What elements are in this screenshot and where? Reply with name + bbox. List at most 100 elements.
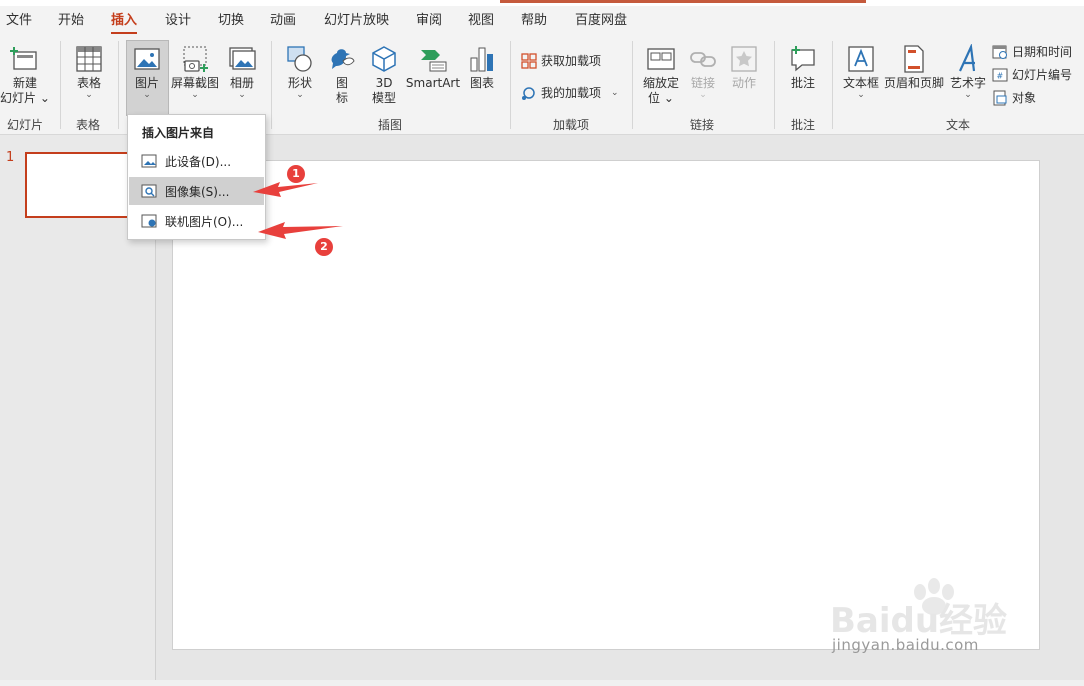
header-footer-icon (904, 45, 924, 73)
group-label-addins: 加载项 (552, 118, 590, 132)
group-label-tables: 表格 (75, 118, 101, 132)
zoom-label-2: 位 ⌄ (648, 91, 674, 105)
dropdown-title: 插入图片来自 (142, 126, 215, 140)
group-label-illustrations: 插图 (377, 118, 403, 132)
menu-item-label: 联机图片(O)... (165, 214, 244, 229)
arrow-1-icon (253, 182, 318, 197)
tab-file[interactable]: 文件 (6, 6, 32, 36)
tab-animations[interactable]: 动画 (270, 6, 296, 36)
textbox-button[interactable]: 文本框 ⌄ (840, 44, 882, 100)
group-label-slides: 幻灯片 (6, 118, 44, 132)
shapes-icon (287, 46, 312, 72)
new-slide-icon (10, 47, 37, 70)
header-footer-label: 页眉和页脚 (883, 76, 944, 90)
object-button[interactable]: 对象 (992, 89, 1036, 106)
tab-slideshow[interactable]: 幻灯片放映 (324, 6, 389, 36)
step-badge-2: 2 (315, 238, 333, 256)
screenshot-label: 屏幕截图 (170, 76, 219, 90)
picture-icon (134, 48, 160, 70)
zoom-button[interactable]: 缩放定 位 ⌄ (638, 44, 684, 106)
my-addins-label: 我的加载项 (541, 86, 602, 100)
chevron-down-icon: ⌄ (857, 90, 865, 100)
smartart-label: SmartArt (405, 76, 461, 90)
chevron-down-icon: ⌄ (85, 90, 93, 100)
tab-home[interactable]: 开始 (58, 6, 84, 36)
tab-insert[interactable]: 插入 (111, 6, 138, 36)
tab-help[interactable]: 帮助 (521, 6, 547, 36)
table-button[interactable]: 表格 ⌄ (70, 44, 108, 100)
tab-view[interactable]: 视图 (468, 6, 494, 36)
menu-item-label: 图像集(S)... (165, 184, 230, 199)
my-addins-button[interactable]: 我的加载项 ⌄ (521, 84, 619, 101)
chart-button[interactable]: 图表 (464, 44, 500, 91)
slide-number-icon: # (992, 68, 1008, 81)
object-icon (993, 90, 1007, 105)
textbox-icon (848, 46, 874, 72)
baidu-watermark-logo: Baidu经验 (830, 578, 1007, 641)
get-addins-button[interactable]: 获取加载项 (521, 52, 601, 69)
icons-label-2: 标 (335, 91, 348, 105)
arrow-2-icon (258, 222, 343, 239)
3d-models-button[interactable]: 3D 模型 (364, 44, 404, 106)
smartart-button[interactable]: SmartArt (405, 44, 461, 91)
new-slide-label-1: 新建 (12, 76, 37, 90)
new-slide-button[interactable]: 新建 幻灯片 ⌄ (0, 44, 50, 106)
title-bar-accent (500, 0, 866, 3)
group-label-comments: 批注 (790, 118, 816, 132)
wordart-button[interactable]: 艺术字 ⌄ (947, 44, 989, 100)
header-footer-button[interactable]: 页眉和页脚 (882, 44, 946, 91)
pictures-button[interactable]: 图片 ⌄ (127, 44, 167, 100)
cube-icon (372, 46, 396, 72)
group-separator (632, 41, 633, 129)
comment-label: 批注 (790, 76, 815, 90)
screenshot-button[interactable]: 屏幕截图 ⌄ (169, 44, 221, 100)
store-icon (521, 52, 537, 69)
photo-album-icon (229, 47, 256, 70)
step-badge-1: 1 (287, 165, 305, 183)
stock-images-icon (141, 184, 157, 198)
get-addins-label: 获取加载项 (541, 54, 602, 68)
shapes-button[interactable]: 形状 ⌄ (280, 44, 320, 100)
date-time-button[interactable]: 日期和时间 (992, 43, 1072, 60)
icons-label-1: 图 (335, 76, 348, 90)
3d-models-label-2: 模型 (371, 91, 396, 105)
chevron-down-icon: ⌄ (699, 90, 707, 100)
shapes-label: 形状 (287, 76, 312, 90)
star-icon (731, 46, 757, 72)
album-label: 相册 (229, 76, 254, 90)
table-icon (76, 46, 102, 72)
slide-thumbnail[interactable] (25, 152, 129, 218)
group-label-links: 链接 (689, 118, 715, 132)
tab-transitions[interactable]: 切换 (218, 6, 244, 36)
calendar-clock-icon (992, 45, 1007, 59)
tab-design[interactable]: 设计 (165, 6, 191, 36)
zoom-icon (647, 48, 675, 70)
chevron-down-icon: ⌄ (238, 90, 246, 100)
svg-text:#: # (997, 71, 1004, 80)
chevron-down-icon: ⌄ (964, 90, 972, 100)
slide-number-label: 幻灯片编号 (1012, 68, 1073, 82)
icons-insert-icon (331, 49, 355, 69)
comment-button[interactable]: 批注 (784, 44, 822, 91)
chevron-down-icon: ⌄ (296, 90, 304, 100)
watermark-url: jingyan.baidu.com (832, 636, 979, 654)
group-separator (832, 41, 833, 129)
chevron-down-icon: ⌄ (611, 87, 619, 98)
action-button[interactable]: 动作 (726, 44, 762, 91)
album-button[interactable]: 相册 ⌄ (222, 44, 262, 100)
online-pictures-icon (141, 214, 157, 228)
slide-thumbnail-number: 1 (6, 150, 15, 165)
screenshot-icon (183, 46, 208, 72)
table-label: 表格 (76, 76, 101, 90)
action-label: 动作 (731, 76, 756, 90)
tab-baidu-netdisk[interactable]: 百度网盘 (575, 6, 627, 36)
link-button[interactable]: 链接 ⌄ (685, 44, 721, 100)
pictures-label: 图片 (134, 76, 159, 90)
new-slide-label-2: 幻灯片 ⌄ (0, 91, 50, 105)
link-label: 链接 (690, 76, 715, 90)
slide-number-button[interactable]: # 幻灯片编号 (992, 66, 1072, 83)
group-separator (118, 41, 119, 129)
tab-review[interactable]: 审阅 (416, 6, 442, 36)
icons-button[interactable]: 图 标 (324, 44, 360, 106)
date-time-label: 日期和时间 (1012, 45, 1073, 59)
